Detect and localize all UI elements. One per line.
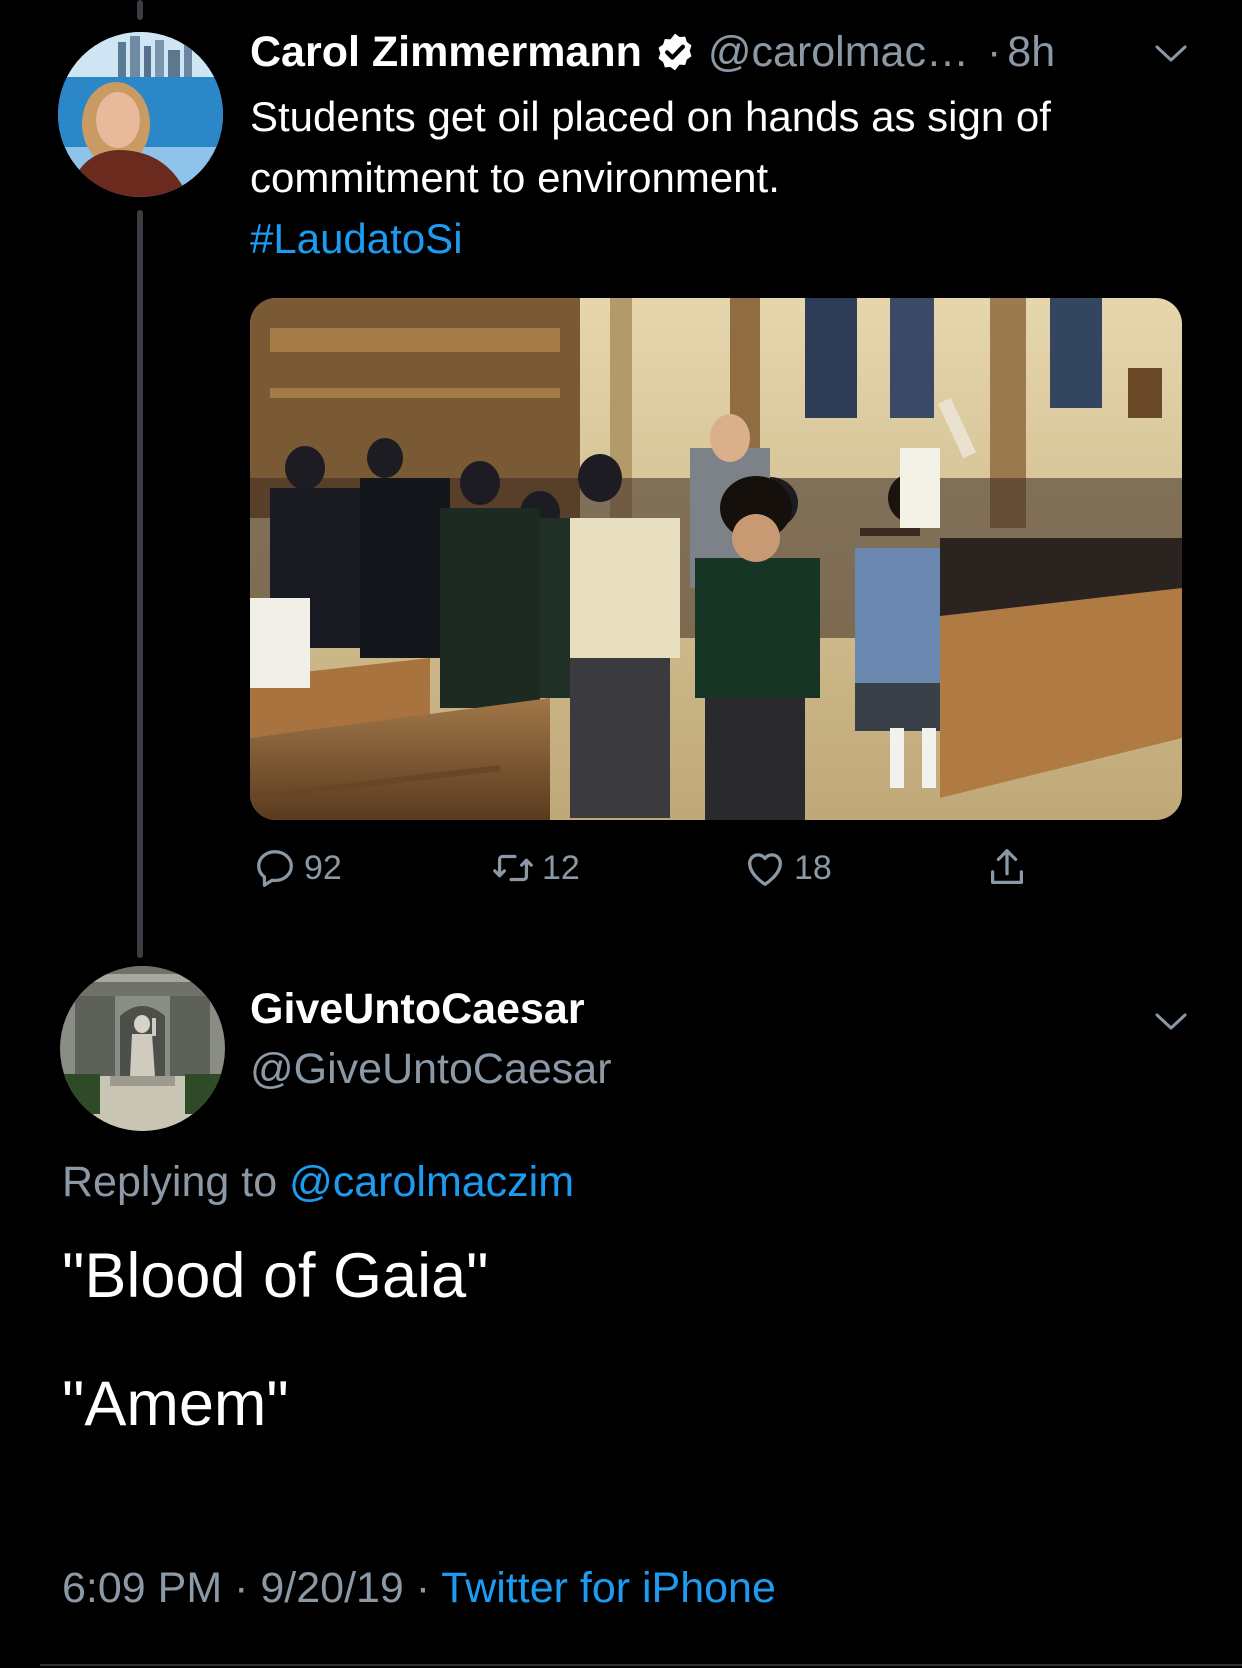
retweet-action[interactable]: 12	[490, 845, 580, 891]
hashtag-link[interactable]: #LaudatoSi	[250, 208, 1190, 269]
replying-to-context: Replying to @carolmaczim	[62, 1158, 574, 1207]
like-action[interactable]: 18	[742, 845, 832, 891]
share-action[interactable]	[984, 845, 1036, 891]
tweet-author-handle[interactable]: @carolmac…	[708, 28, 969, 77]
chevron-down-icon[interactable]	[1154, 44, 1188, 64]
retweet-count: 12	[542, 848, 580, 887]
chevron-down-icon[interactable]	[1154, 1012, 1188, 1032]
reply-text-line-1: "Blood of Gaia"	[62, 1241, 489, 1311]
retweet-icon	[493, 854, 533, 882]
reply-icon	[257, 850, 293, 887]
share-icon	[990, 849, 1024, 885]
replying-to-label: Replying to	[62, 1158, 278, 1206]
replying-to-mention[interactable]: @carolmaczim	[289, 1158, 574, 1206]
reply-count: 92	[304, 848, 342, 887]
reply-timestamp-row: 6:09 PM · 9/20/19 · Twitter for iPhone	[62, 1564, 776, 1613]
tweet-text: Students get oil placed on hands as sign…	[250, 86, 1190, 269]
divider	[40, 1664, 1242, 1666]
reply-author-handle[interactable]: @GiveUntoCaesar	[250, 1045, 612, 1094]
avatar-giveuntocaesar[interactable]	[60, 966, 225, 1131]
tweet-photo[interactable]	[250, 298, 1182, 820]
thread-connector	[137, 210, 143, 958]
reply-text-line-2: "Amem"	[62, 1369, 289, 1439]
verified-badge-icon	[654, 31, 696, 73]
tweet-relative-time[interactable]: 8h	[1007, 28, 1055, 77]
separator-dot: ·	[234, 1564, 249, 1612]
reply-time[interactable]: 6:09 PM	[62, 1564, 222, 1612]
reply-author-name[interactable]: GiveUntoCaesar	[250, 985, 585, 1034]
separator-dot: ·	[986, 27, 1002, 76]
tweet-header: Carol Zimmermann @carolmac… · 8h	[250, 24, 1202, 80]
tweet-body: Students get oil placed on hands as sign…	[250, 93, 1051, 201]
reply-client-link[interactable]: Twitter for iPhone	[441, 1564, 776, 1612]
separator-dot: ·	[415, 1564, 431, 1612]
reply-action[interactable]: 92	[252, 845, 342, 891]
like-count: 18	[794, 848, 832, 887]
tweet-action-bar: 92 12 18	[250, 845, 1150, 905]
tweet-author-name[interactable]: Carol Zimmermann	[250, 28, 642, 77]
thread-connector-top	[137, 0, 143, 20]
heart-icon	[748, 853, 782, 886]
avatar-carol-zimmermann[interactable]	[58, 32, 223, 197]
reply-date[interactable]: 9/20/19	[260, 1564, 403, 1612]
